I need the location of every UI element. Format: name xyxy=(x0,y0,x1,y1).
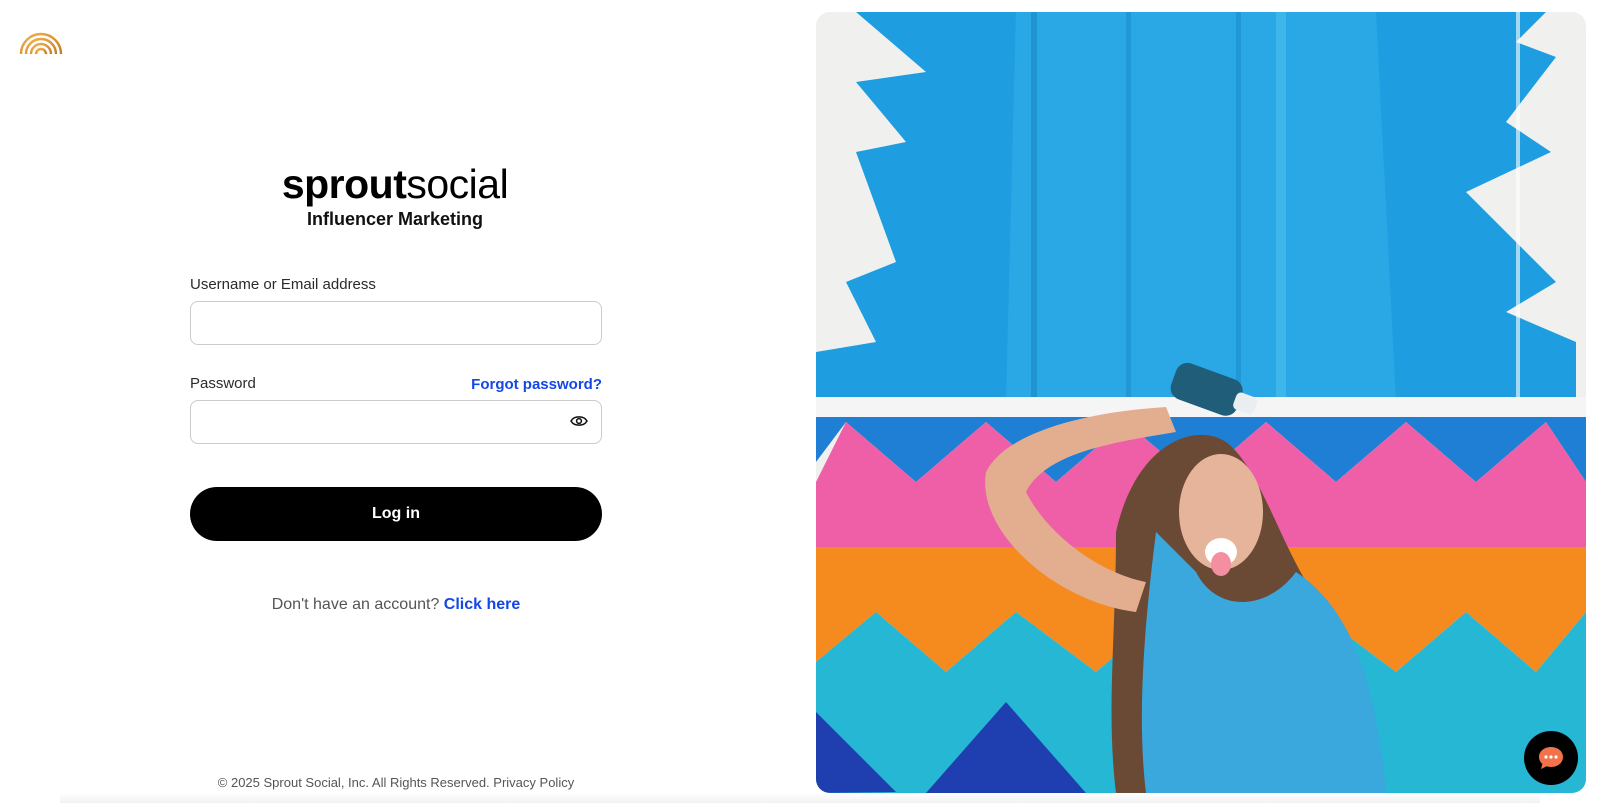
password-field xyxy=(190,394,602,444)
login-panel: sproutsocial Influencer Marketing Userna… xyxy=(0,0,800,803)
privacy-policy-link[interactable]: Privacy Policy xyxy=(493,775,574,790)
signup-link[interactable]: Click here xyxy=(444,596,520,613)
brand-subtitle: Influencer Marketing xyxy=(306,209,484,229)
copyright-text: © 2025 Sprout Social, Inc. All Rights Re… xyxy=(217,775,490,790)
password-label-row: Password Forgot password? xyxy=(190,374,602,394)
username-label: Username or Email address xyxy=(190,276,376,293)
login-page: sproutsocial Influencer Marketing Userna… xyxy=(0,0,1600,803)
chat-bubble-icon xyxy=(1539,747,1563,769)
brand-logo: sproutsocial Influencer Marketing xyxy=(190,160,600,230)
hero-image xyxy=(816,12,1586,793)
login-form: Username or Email address Password Forgo… xyxy=(190,275,602,614)
brand-word-bold: sprout xyxy=(281,161,407,207)
signup-prompt: Don't have an account? Click here xyxy=(190,596,602,614)
login-button[interactable]: Log in xyxy=(190,487,602,541)
footer-shadow xyxy=(60,793,1540,803)
eye-icon[interactable] xyxy=(570,414,588,428)
chat-button[interactable] xyxy=(1524,731,1578,785)
username-input[interactable] xyxy=(190,301,602,345)
footer: © 2025 Sprout Social, Inc. All Rights Re… xyxy=(190,775,602,790)
password-label: Password xyxy=(190,375,256,392)
brand-wordmark: sproutsocial xyxy=(190,160,600,208)
forgot-password-link[interactable]: Forgot password? xyxy=(471,376,602,393)
brand-word-light: social xyxy=(406,161,509,207)
signup-prompt-text: Don't have an account? xyxy=(271,596,440,613)
mural-illustration xyxy=(816,12,1586,793)
password-input[interactable] xyxy=(190,400,602,444)
